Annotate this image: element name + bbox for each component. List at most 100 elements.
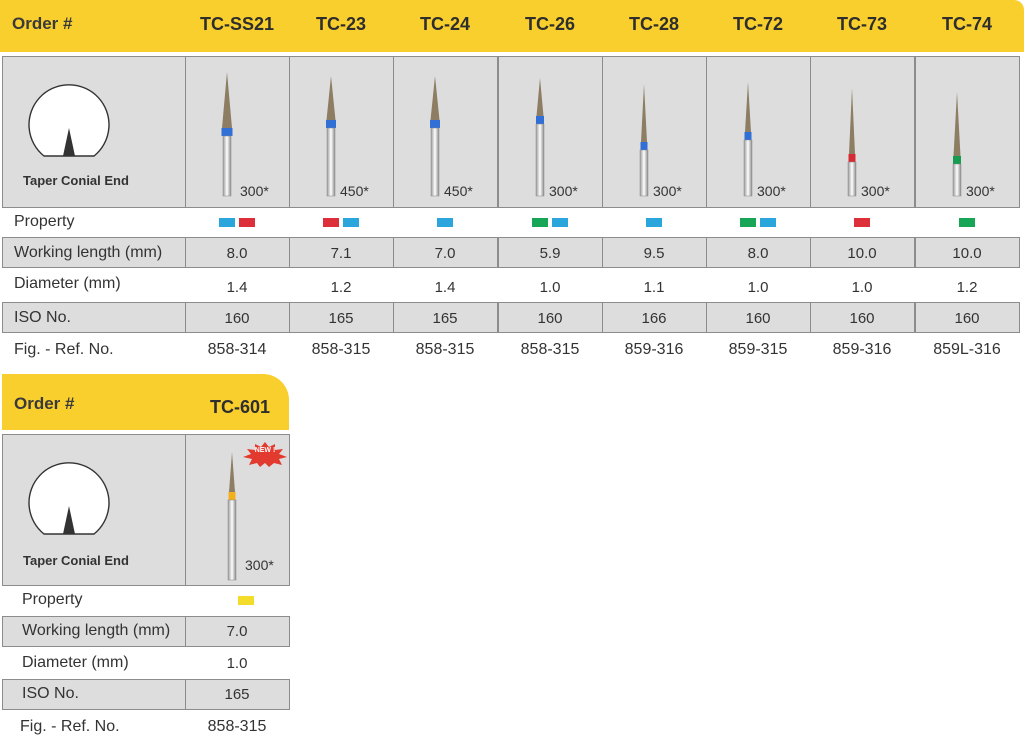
order-code-tc-74: TC-74 [941,14,992,34]
speed-tc-73: 300* [861,183,890,199]
ref-tc-ss21: 858-314 [207,341,267,358]
diameter-tc-23: 1.2 [330,279,352,296]
working-length-label: Working length (mm) [14,244,163,261]
working-length-tc-ss21: 8.0 [226,245,248,262]
working-length-tc-72: 8.0 [747,245,769,262]
iso-tc-74: 160 [954,310,980,327]
property-swatch [219,218,235,227]
bur-image-cell-tc-73: 300* [810,56,915,208]
working-length-tc-73: 10.0 [847,245,877,262]
property-label-2: Property [22,591,83,608]
diameter-tc-24: 1.4 [434,279,456,296]
working-length-tc-601: 7.0 [226,623,248,640]
speed-tc-24: 450* [444,183,473,199]
property-swatches-tc-74 [915,218,1019,227]
bur-image-cell-tc-601: NEW ! 300* [185,434,290,586]
bur-image-cell-tc-26: 300* [498,56,603,208]
property-swatch [552,218,568,227]
property-swatch [238,596,254,605]
speed-tc-28: 300* [653,183,682,199]
diameter-tc-73: 1.0 [851,279,873,296]
iso-label: ISO No. [14,309,71,326]
iso-tc-26: 160 [537,310,563,327]
taper-diagram-cell-2: Taper Conial End [2,434,186,586]
diameter-label: Diameter (mm) [14,275,121,292]
property-swatch [854,218,870,227]
ref-tc-24: 858-315 [415,341,475,358]
image-caption: Taper Conial End [23,173,129,188]
property-swatch [740,218,756,227]
iso-tc-73: 160 [849,310,875,327]
speed-tc-72: 300* [757,183,786,199]
order-code-tc-28: TC-28 [628,14,679,34]
working-length-tc-24: 7.0 [434,245,456,262]
image-caption-2: Taper Conial End [23,553,129,568]
order-label: Order # [12,14,73,33]
bur-image-cell-tc-23: 450* [289,56,394,208]
iso-tc-24: 165 [432,310,458,327]
property-swatch [323,218,339,227]
bur-image-cell-tc-24: 450* [393,56,498,208]
order-code-tc-24: TC-24 [419,14,470,34]
bur-tc-ss21-icon [221,72,233,197]
speed-tc-26: 300* [549,183,578,199]
speed-tc-ss21: 300* [240,183,269,199]
order-code-tc-26: TC-26 [524,14,575,34]
speed-tc-74: 300* [966,183,995,199]
iso-tc-28: 166 [641,310,667,327]
working-length-tc-74: 10.0 [952,245,982,262]
property-swatches-tc-28 [602,218,706,227]
property-swatch [239,218,255,227]
diameter-label-2: Diameter (mm) [22,654,129,671]
iso-label-2: ISO No. [22,685,79,702]
ref-label-2: Fig. - Ref. No. [20,718,120,735]
order-label-2: Order # [14,394,75,413]
working-length-tc-26: 5.9 [539,245,561,262]
property-swatches-tc-73 [810,218,914,227]
property-swatch [437,218,453,227]
diameter-tc-ss21: 1.4 [226,279,248,296]
bur-image-cell-tc-28: 300* [602,56,707,208]
diameter-tc-601: 1.0 [226,655,248,672]
ref-label: Fig. - Ref. No. [14,341,114,358]
diameter-tc-26: 1.0 [539,279,561,296]
working-length-label-2: Working length (mm) [22,622,171,639]
property-swatches-tc-ss21 [185,218,289,227]
property-swatches-tc-72 [706,218,810,227]
diameter-tc-28: 1.1 [643,279,665,296]
ref-tc-23: 858-315 [311,341,371,358]
working-length-tc-23: 7.1 [330,245,352,262]
property-swatch [343,218,359,227]
ref-tc-73: 859-316 [832,341,892,358]
property-label: Property [14,213,75,230]
bur-image-cell-tc-72: 300* [706,56,811,208]
bur-image-cell-tc-74: 300* [915,56,1020,208]
new-badge-icon [243,442,287,467]
ref-tc-28: 859-316 [624,341,684,358]
diameter-tc-72: 1.0 [747,279,769,296]
property-swatches-tc-26 [498,218,602,227]
ref-tc-601: 858-315 [207,718,267,735]
order-code-tc-601: TC-601 [209,397,271,417]
iso-tc-601: 165 [224,686,250,703]
ref-tc-74: 859L-316 [933,341,1001,358]
property-swatch-tc-601 [194,596,298,605]
iso-tc-23: 165 [328,310,354,327]
order-code-tc-73: TC-73 [836,14,887,34]
iso-tc-72: 160 [745,310,771,327]
ref-tc-72: 859-315 [728,341,788,358]
property-swatches-tc-24 [393,218,497,227]
speed-tc-23: 450* [340,183,369,199]
property-swatch [532,218,548,227]
property-swatch [646,218,662,227]
property-swatches-tc-23 [289,218,393,227]
property-swatch [760,218,776,227]
taper-diagram-cell: Taper Conial End [2,56,186,208]
order-code-tc-ss21: TC-SS21 [199,14,275,34]
order-code-tc-23: TC-23 [315,14,366,34]
bur-image-cell-tc-ss21: 300* [185,56,290,208]
speed-tc-601: 300* [245,557,274,573]
working-length-tc-28: 9.5 [643,245,665,262]
order-code-tc-72: TC-72 [732,14,783,34]
new-badge-text: NEW ! [254,447,276,454]
